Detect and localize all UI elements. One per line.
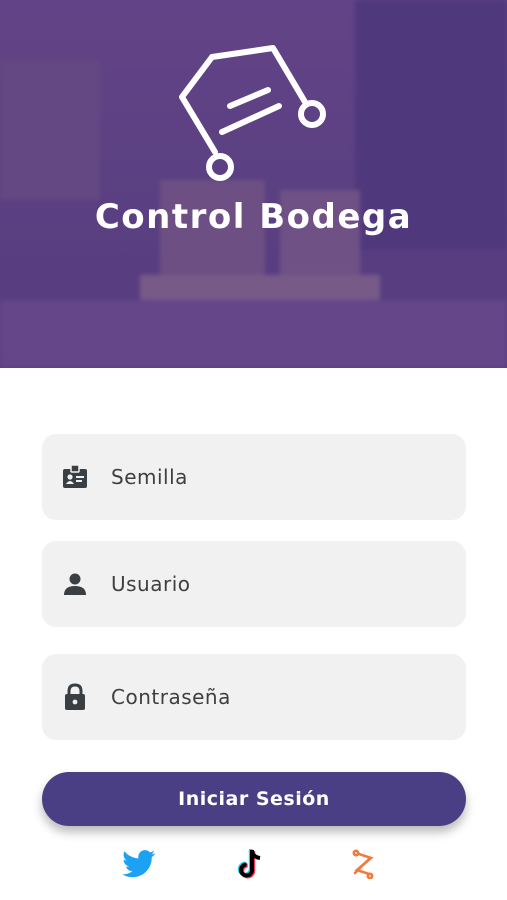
hero-banner: Control Bodega: [0, 0, 507, 368]
lock-icon: [61, 683, 89, 711]
username-field[interactable]: [42, 541, 466, 627]
password-input[interactable]: [109, 684, 413, 710]
twitter-icon[interactable]: [121, 846, 157, 882]
seed-input[interactable]: [109, 464, 413, 490]
seed-field[interactable]: [42, 434, 466, 520]
app-title: Control Bodega: [94, 197, 413, 237]
password-field[interactable]: [42, 654, 466, 740]
username-input[interactable]: [109, 571, 413, 597]
brand-link-icon[interactable]: [345, 846, 381, 882]
login-button[interactable]: Iniciar Sesión: [42, 772, 466, 826]
warehouse-tag-logo-icon: [179, 45, 326, 181]
user-icon: [61, 570, 89, 598]
tiktok-icon[interactable]: [233, 846, 269, 882]
id-badge-icon: [61, 463, 89, 491]
